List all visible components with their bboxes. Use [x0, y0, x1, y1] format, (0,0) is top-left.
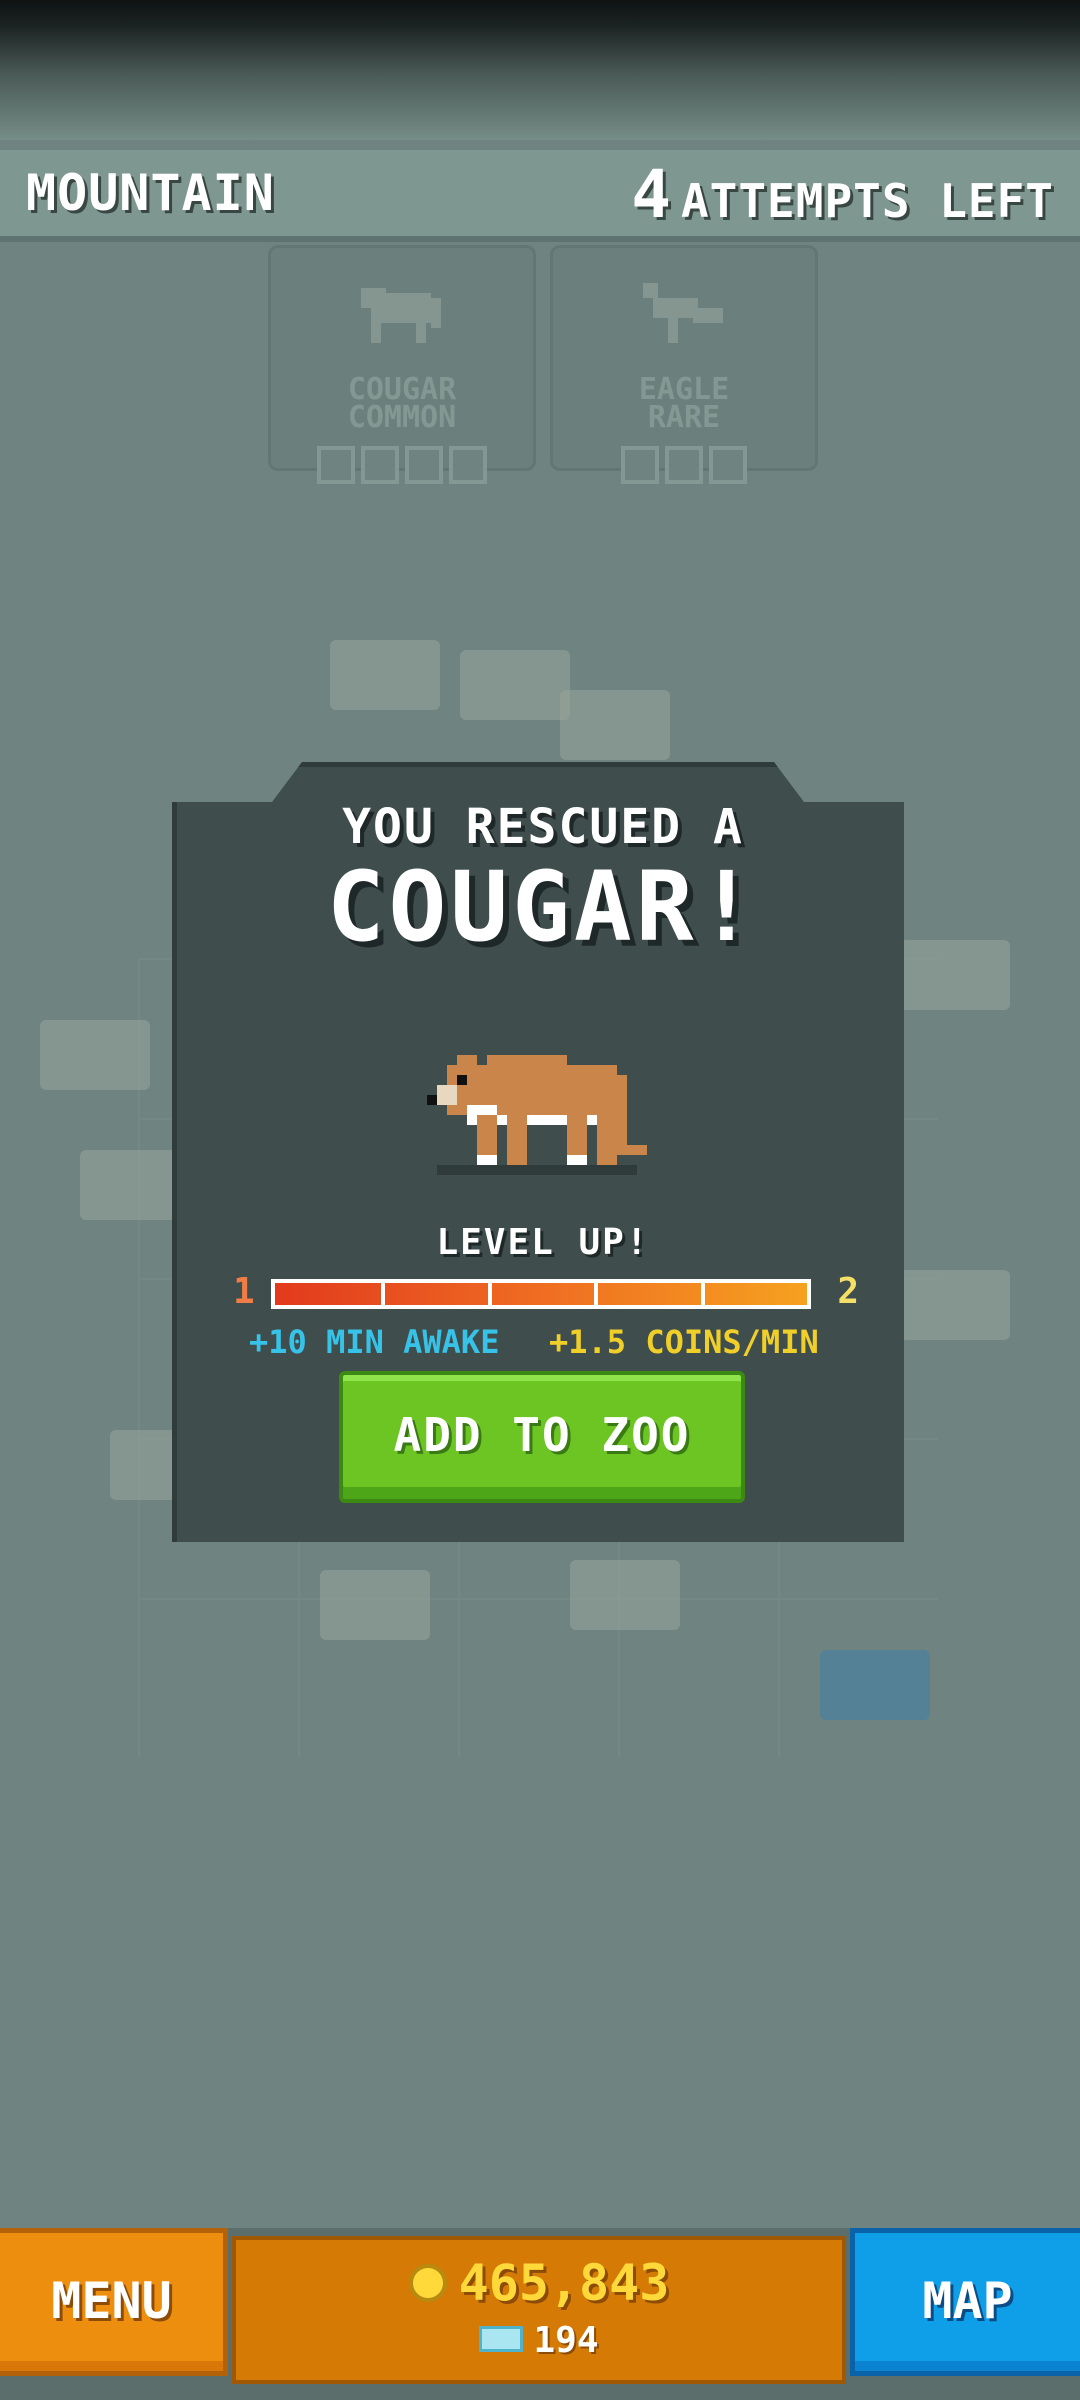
bonus-coins: +1.5 COINS/MIN: [549, 1323, 819, 1361]
slot: [317, 446, 355, 484]
modal-title: COUGAR!: [326, 851, 760, 963]
ghost-animal: [900, 940, 1010, 1010]
modal-subtitle: YOU RESCUED A: [342, 799, 744, 855]
cougar-icon: [361, 288, 441, 343]
menu-button[interactable]: MENU: [0, 2228, 228, 2376]
eagle-icon: [643, 283, 723, 343]
slot: [405, 446, 443, 484]
bar-tick: [381, 1283, 386, 1305]
gem-count: 194: [533, 2320, 599, 2361]
slot: [621, 446, 659, 484]
ghost-animal: [570, 1560, 680, 1630]
attempts-number: 4: [631, 156, 671, 233]
gem-balance: 194: [236, 2320, 842, 2361]
slot: [665, 446, 703, 484]
rescue-modal: YOU RESCUED A COUGAR! LEVEL UP! 1 2 +10 …: [172, 762, 904, 1542]
slot: [449, 446, 487, 484]
bar-tick: [594, 1283, 599, 1305]
card-slots: [553, 446, 815, 488]
currency-panel: 465,843 194: [232, 2236, 846, 2384]
card-name: COUGAR COMMON: [347, 372, 457, 435]
top-shade: [0, 0, 1080, 140]
ghost-animal: [820, 1650, 930, 1720]
card-slots: [271, 446, 533, 488]
coin-icon: [408, 2263, 447, 2302]
collection-card-cougar: COUGAR COMMON: [268, 245, 536, 484]
attempts-counter: 4 ATTEMPTS LEFT: [631, 156, 1054, 233]
bar-tick: [487, 1283, 492, 1305]
ghost-animal: [330, 640, 440, 710]
bottom-bar: MENU 465,843 194 MAP: [0, 2228, 1080, 2400]
level-up-label: LEVEL UP!: [436, 1222, 650, 1263]
zone-header: MOUNTAIN 4 ATTEMPTS LEFT: [0, 150, 1080, 242]
coin-balance: 465,843: [236, 2254, 842, 2312]
bonus-awake: +10 MIN AWAKE: [249, 1323, 500, 1361]
slot: [709, 446, 747, 484]
level-from: 1: [233, 1271, 255, 1312]
level-to: 2: [837, 1271, 859, 1312]
attempts-label: ATTEMPTS LEFT: [680, 174, 1054, 228]
ticket-icon: [479, 2326, 524, 2352]
card-name: EAGLE RARE: [638, 372, 730, 435]
ghost-animal: [40, 1020, 150, 1090]
level-progress-fill: [275, 1283, 807, 1305]
ghost-animal: [560, 690, 670, 760]
collection-card-eagle: EAGLE RARE: [550, 245, 818, 484]
map-button[interactable]: MAP: [850, 2228, 1080, 2376]
bar-tick: [700, 1283, 705, 1305]
zone-name: MOUNTAIN: [26, 164, 275, 222]
ghost-animal: [460, 650, 570, 720]
cougar-icon: [427, 1055, 647, 1175]
ghost-animal: [900, 1270, 1010, 1340]
coin-count: 465,843: [458, 2254, 670, 2312]
level-progress-bar: [271, 1279, 811, 1309]
ghost-animal: [320, 1570, 430, 1640]
slot: [361, 446, 399, 484]
add-to-zoo-button[interactable]: ADD TO ZOO: [339, 1371, 745, 1503]
